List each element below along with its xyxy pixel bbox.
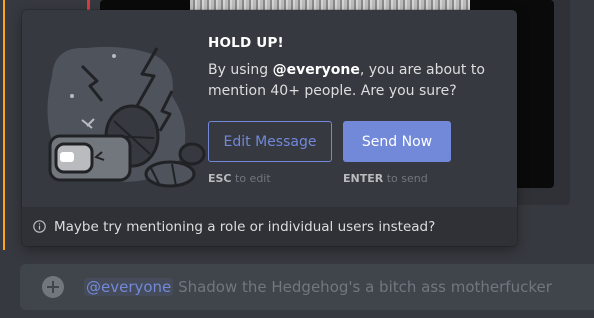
mention-highlight-bar (3, 0, 5, 250)
message-input-bar[interactable]: @everyone Shadow the Hedgehog's a bitch … (20, 264, 594, 310)
broken-vr-headset-illustration (47, 46, 206, 188)
info-icon (33, 220, 46, 233)
attach-plus-button[interactable] (42, 276, 64, 298)
edit-shortcut-text: to edit (231, 172, 271, 185)
send-shortcut-text: to send (383, 172, 428, 185)
plus-icon (47, 281, 59, 293)
input-message: Shadow the Hedgehog's a bitch ass mother… (173, 278, 552, 296)
message-input-text[interactable]: @everyone Shadow the Hedgehog's a bitch … (84, 278, 552, 296)
popup-body: HOLD UP! By using @everyone, you are abo… (22, 10, 517, 207)
popup-footer: Maybe try mentioning a role or individua… (22, 207, 517, 246)
edit-message-button[interactable]: Edit Message (208, 121, 332, 162)
edit-shortcut-key: ESC (208, 172, 232, 185)
mass-mention-warning-popup: HOLD UP! By using @everyone, you are abo… (22, 10, 517, 246)
send-shortcut-hint: ENTER to send (343, 172, 428, 185)
discord-window: HOLD UP! By using @everyone, you are abo… (0, 0, 594, 318)
send-shortcut-key: ENTER (343, 172, 384, 185)
description-prefix: By using (208, 62, 273, 78)
popup-description: By using @everyone, you are about to men… (208, 60, 498, 102)
input-mention: @everyone (84, 278, 174, 296)
popup-title: HOLD UP! (208, 35, 284, 51)
edit-shortcut-hint: ESC to edit (208, 172, 271, 185)
footer-suggestion-text: Maybe try mentioning a role or individua… (54, 218, 436, 235)
send-now-button[interactable]: Send Now (343, 121, 451, 162)
description-mention: @everyone (272, 62, 360, 78)
